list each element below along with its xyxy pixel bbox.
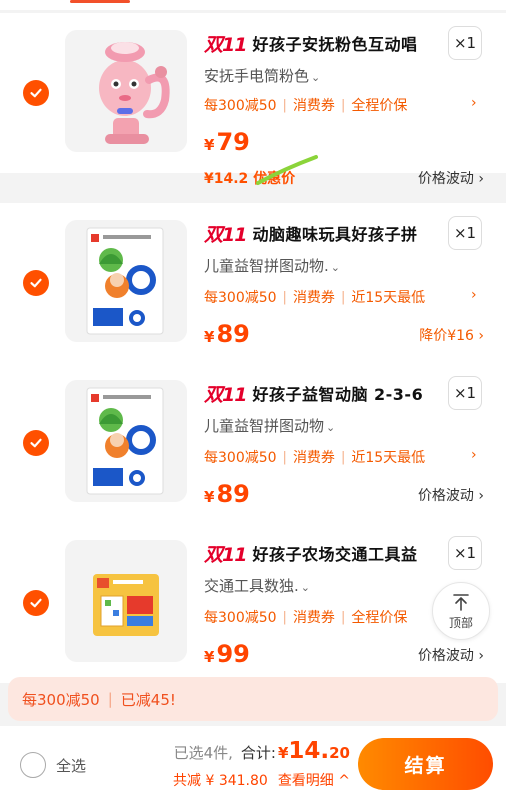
item-checkbox-checked[interactable] [23, 270, 49, 296]
green-strike-mark [256, 155, 318, 185]
cart-item[interactable]: 双11 好孩子安抚粉色互动唱 ×1 安抚手电筒粉色 ⌄ 每300减50 | 消费券 |… [0, 13, 506, 187]
item-spec-selector[interactable]: 安抚手电筒粉色 ⌄ [204, 65, 320, 86]
cart-item[interactable]: 双11 好孩子益智动脑 2-3-6 ×1 儿童益智拼图动物 ⌄ 每300减50 | … [0, 363, 506, 523]
quantity-button[interactable]: ×1 [448, 376, 482, 410]
item-title[interactable]: 双11 好孩子益智动脑 2-3-6 [204, 379, 436, 407]
item-price: ¥79 [204, 128, 250, 156]
double11-tag: 双11 [204, 543, 247, 566]
promo-tags[interactable]: 每300减50 | 消费券 | 近15天最低 [204, 287, 425, 307]
cart-item[interactable]: 双11 动脑趣味玩具好孩子拼 ×1 儿童益智拼图动物. ⌄ 每300减50 | 消费… [0, 203, 506, 363]
discount-summary-bar[interactable]: 每300减50 | 已减45! [8, 677, 498, 721]
item-checkbox-checked[interactable] [23, 430, 49, 456]
view-detail-link[interactable]: 查看明细 ^ [278, 770, 350, 790]
chevron-right-icon[interactable]: › [471, 95, 477, 111]
back-to-top-button[interactable]: 顶部 [432, 582, 490, 640]
item-title[interactable]: 双11 好孩子农场交通工具益 [204, 539, 436, 567]
product-image-puzzle-box[interactable] [65, 380, 187, 502]
promo-tags[interactable]: 每300减50 | 消费券 | 全程价保 [204, 95, 407, 115]
savings-summary[interactable]: 共减 ¥ 341.80 查看明细 ^ [173, 770, 350, 790]
total-summary: 已选4件, 合计: ¥ 14. 20 [173, 738, 350, 764]
item-price: ¥99 [204, 640, 250, 668]
chevron-right-icon[interactable]: › [471, 287, 477, 303]
checkout-button[interactable]: 结算 [358, 738, 493, 790]
price-trend-link[interactable]: 价格波动 › [418, 485, 484, 505]
quantity-button[interactable]: ×1 [448, 216, 482, 250]
select-all-checkbox[interactable] [20, 752, 46, 778]
price-drop-link[interactable]: 降价¥16 › [419, 325, 484, 345]
product-image-puzzle-box[interactable] [65, 220, 187, 342]
double11-tag: 双11 [204, 33, 247, 56]
chevron-down-icon: ⌄ [330, 261, 340, 274]
quantity-button[interactable]: ×1 [448, 26, 482, 60]
chevron-right-icon[interactable]: › [471, 447, 477, 463]
product-image-pink-toy[interactable] [65, 30, 187, 152]
quantity-button[interactable]: ×1 [448, 536, 482, 570]
arrow-up-icon [453, 593, 469, 611]
double11-tag: 双11 [204, 223, 247, 246]
item-checkbox-checked[interactable] [23, 80, 49, 106]
cart-item[interactable]: 双11 好孩子农场交通工具益 ×1 交通工具数独. ⌄ 每300减50 | 消费券 |… [0, 523, 506, 683]
double11-tag: 双11 [204, 383, 247, 406]
item-title[interactable]: 双11 动脑趣味玩具好孩子拼 [204, 219, 436, 247]
chevron-up-icon: ^ [338, 773, 350, 789]
check-icon [30, 88, 42, 98]
check-icon [30, 278, 42, 288]
item-price: ¥89 [204, 320, 250, 348]
check-icon [30, 598, 42, 608]
item-spec-selector[interactable]: 儿童益智拼图动物. ⌄ [204, 255, 340, 276]
item-price: ¥89 [204, 480, 250, 508]
chevron-down-icon: ⌄ [326, 421, 336, 434]
chevron-down-icon: ⌄ [300, 581, 310, 594]
previous-section-fragment [0, 0, 506, 10]
promo-tags[interactable]: 每300减50 | 消费券 | 近15天最低 [204, 447, 425, 467]
select-all-toggle[interactable]: 全选 [20, 752, 86, 778]
item-spec-selector[interactable]: 交通工具数独. ⌄ [204, 575, 310, 596]
chevron-down-icon: ⌄ [311, 71, 321, 84]
price-trend-link[interactable]: 价格波动 › [418, 168, 484, 188]
item-checkbox-checked[interactable] [23, 590, 49, 616]
item-title[interactable]: 双11 好孩子安抚粉色互动唱 [204, 29, 436, 57]
checkout-footer: 全选 已选4件, 合计: ¥ 14. 20 共减 ¥ 341.80 查看明细 ^… [0, 726, 506, 800]
product-image-sudoku-tin[interactable] [65, 540, 187, 662]
check-icon [30, 438, 42, 448]
price-trend-link[interactable]: 价格波动 › [418, 645, 484, 665]
promo-tags[interactable]: 每300减50 | 消费券 | 全程价保 [204, 607, 407, 627]
item-spec-selector[interactable]: 儿童益智拼图动物 ⌄ [204, 415, 335, 436]
